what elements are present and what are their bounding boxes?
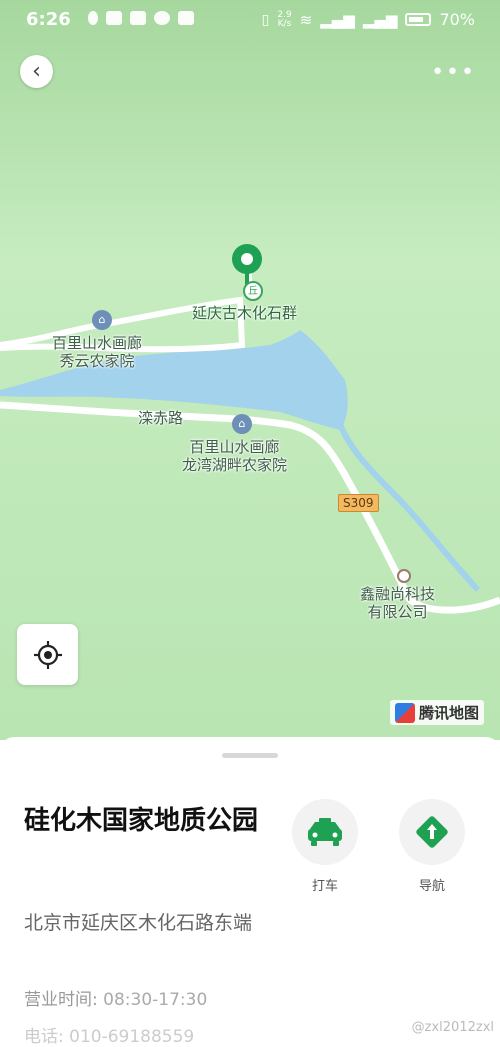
drag-handle[interactable] — [222, 753, 278, 758]
poi-label-main[interactable]: 延庆古木化石群 — [192, 304, 297, 322]
place-address: 北京市延庆区木化石路东端 — [24, 912, 253, 934]
navigation-icon — [416, 816, 448, 848]
net-speed: 2.9 K/s — [277, 10, 292, 29]
opening-hours: 营业时间: 08:30-17:30 — [24, 985, 207, 1010]
eye-icon — [154, 11, 170, 25]
net-speed-unit: K/s — [277, 18, 292, 29]
mail-icon — [106, 11, 122, 25]
map-brand: 腾讯地图 — [390, 700, 485, 725]
road-shield-s309: S309 — [338, 494, 379, 512]
mail-icon — [130, 11, 146, 25]
status-right: ▯ 2.9 K/s ≋ ▂▄▆ ▂▄▆ 70% — [262, 10, 475, 29]
taxi-icon — [308, 818, 342, 846]
battery-icon — [405, 13, 432, 26]
navigation-button-circle[interactable] — [399, 799, 465, 865]
company-icon[interactable] — [397, 569, 411, 583]
hours-value: 08:30-17:30 — [103, 990, 208, 1010]
hotel-icon[interactable]: ⌂ — [92, 310, 112, 330]
signal-icon: ▂▄▆ — [320, 10, 355, 29]
map-brand-text: 腾讯地图 — [419, 704, 480, 722]
poi-hotel1-line2: 秀云农家院 — [59, 352, 135, 370]
vibrate-icon: ▯ — [261, 11, 270, 28]
poi-label-company[interactable]: 鑫融尚科技 有限公司 — [360, 585, 435, 621]
map-view[interactable]: 丘 延庆古木化石群 ⌂ 百里山水画廊 秀云农家院 滦赤路 ⌂ 百里山水画廊 龙湾… — [0, 0, 500, 740]
signal-icon: ▂▄▆ — [362, 10, 398, 29]
hotel-icon[interactable]: ⌂ — [232, 414, 252, 434]
poi-label-hotel2[interactable]: 百里山水画廊 龙湾湖畔农家院 — [182, 438, 287, 474]
place-title: 硅化木国家地质公园 — [24, 806, 259, 836]
nfc-icon — [178, 11, 194, 25]
status-time: 6:26 — [26, 9, 71, 30]
poi-company-line1: 鑫融尚科技 — [360, 585, 436, 603]
place-detail-sheet[interactable]: 硅化木国家地质公园 打车 导航 北京市延庆区木化石路东端 营业时间: 08:30… — [0, 737, 500, 1047]
hours-label: 营业时间: — [24, 990, 104, 1010]
navigation-label: 导航 — [418, 879, 445, 894]
taxi-button[interactable]: 打车 — [292, 799, 358, 894]
shield-icon — [88, 11, 98, 25]
poi-label-hotel1[interactable]: 百里山水画廊 秀云农家院 — [52, 334, 142, 370]
park-marker-icon[interactable]: 丘 — [243, 281, 263, 301]
navigation-button[interactable]: 导航 — [399, 799, 465, 894]
poi-company-line2: 有限公司 — [367, 603, 428, 621]
locate-button[interactable] — [17, 624, 78, 685]
poi-hotel2-line2: 龙湾湖畔农家院 — [182, 456, 288, 474]
watermark: @zxl2012zxl — [411, 1020, 494, 1035]
wifi-icon: ≋ — [299, 10, 313, 29]
status-bar: 6:26 ▯ 2.9 K/s ≋ ▂▄▆ ▂▄▆ 70% — [0, 0, 500, 38]
poi-hotel2-line1: 百里山水画廊 — [189, 438, 280, 456]
chevron-left-icon: ‹ — [32, 59, 41, 84]
taxi-label: 打车 — [311, 879, 338, 894]
notification-icons — [88, 11, 194, 25]
more-dots-icon: ••• — [431, 60, 476, 85]
tencent-map-logo-icon — [395, 702, 415, 723]
battery-percent: 70% — [439, 10, 475, 29]
taxi-button-circle[interactable] — [292, 799, 358, 865]
phone-number[interactable]: 电话: 010-69188559 — [24, 1022, 194, 1047]
back-button[interactable]: ‹ — [20, 55, 53, 88]
road-name-label: 滦赤路 — [138, 409, 184, 427]
crosshair-icon — [33, 640, 62, 669]
more-button[interactable]: ••• — [431, 60, 476, 85]
poi-hotel1-line1: 百里山水画廊 — [52, 334, 143, 352]
